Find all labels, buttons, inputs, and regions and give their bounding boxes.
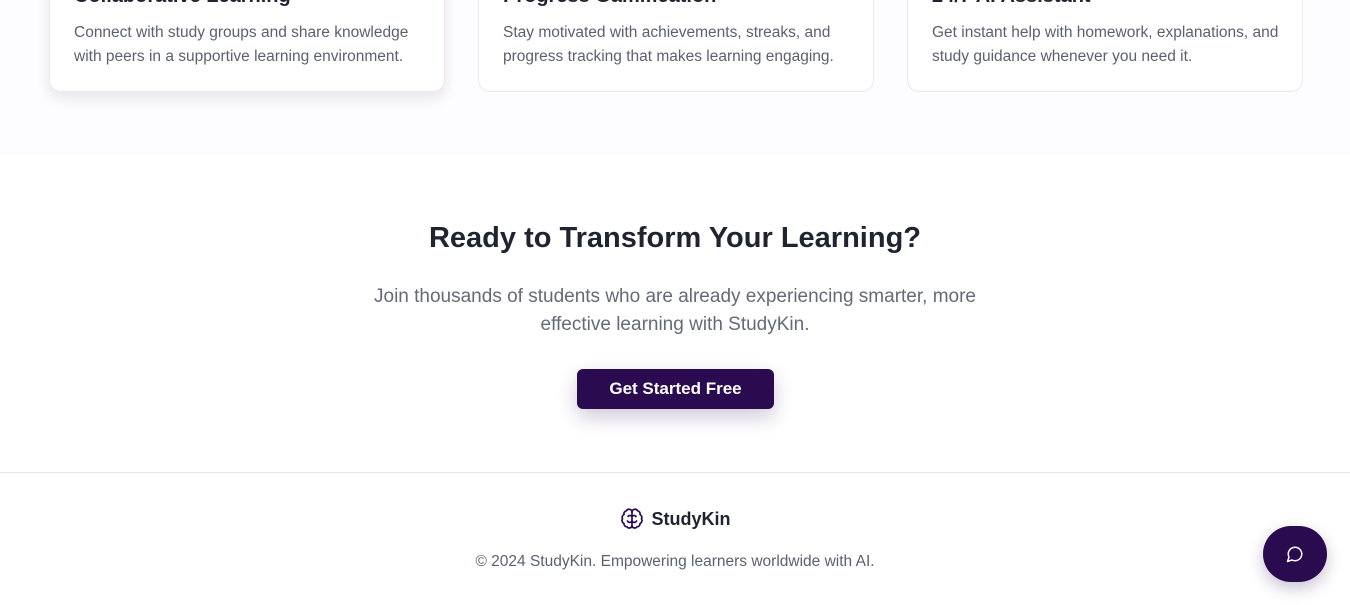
chat-bubble-icon bbox=[1286, 545, 1304, 563]
cta-subtitle: Join thousands of students who are alrea… bbox=[374, 286, 976, 335]
feature-card-ai-assistant: 24/7 AI Assistant Get instant help with … bbox=[907, 0, 1303, 92]
features-section: Collaborative Learning Connect with stud… bbox=[0, 0, 1350, 155]
get-started-button[interactable]: Get Started Free bbox=[577, 369, 774, 409]
feature-card-gamification: Progress Gamification Stay motivated wit… bbox=[478, 0, 874, 92]
footer-brand: StudyKin bbox=[0, 507, 1350, 531]
brain-icon bbox=[620, 507, 644, 531]
page: Collaborative Learning Connect with stud… bbox=[0, 0, 1350, 605]
feature-card-title: 24/7 AI Assistant bbox=[932, 0, 1091, 8]
feature-card-description: Stay motivated with achievements, streak… bbox=[503, 24, 834, 65]
cta-title: Ready to Transform Your Learning? bbox=[428, 222, 921, 254]
chat-button[interactable] bbox=[1263, 526, 1327, 582]
footer-divider bbox=[0, 472, 1350, 473]
footer-brand-name: StudyKin bbox=[651, 508, 731, 529]
feature-card-description: Connect with study groups and share know… bbox=[74, 24, 409, 65]
feature-card-collaborative: Collaborative Learning Connect with stud… bbox=[49, 0, 445, 92]
feature-card-title: Progress Gamification bbox=[503, 0, 716, 8]
feature-card-title: Collaborative Learning bbox=[74, 0, 291, 8]
footer-copyright: © 2024 StudyKin. Empowering learners wor… bbox=[475, 553, 875, 570]
feature-card-description: Get instant help with homework, explanat… bbox=[932, 24, 1279, 65]
